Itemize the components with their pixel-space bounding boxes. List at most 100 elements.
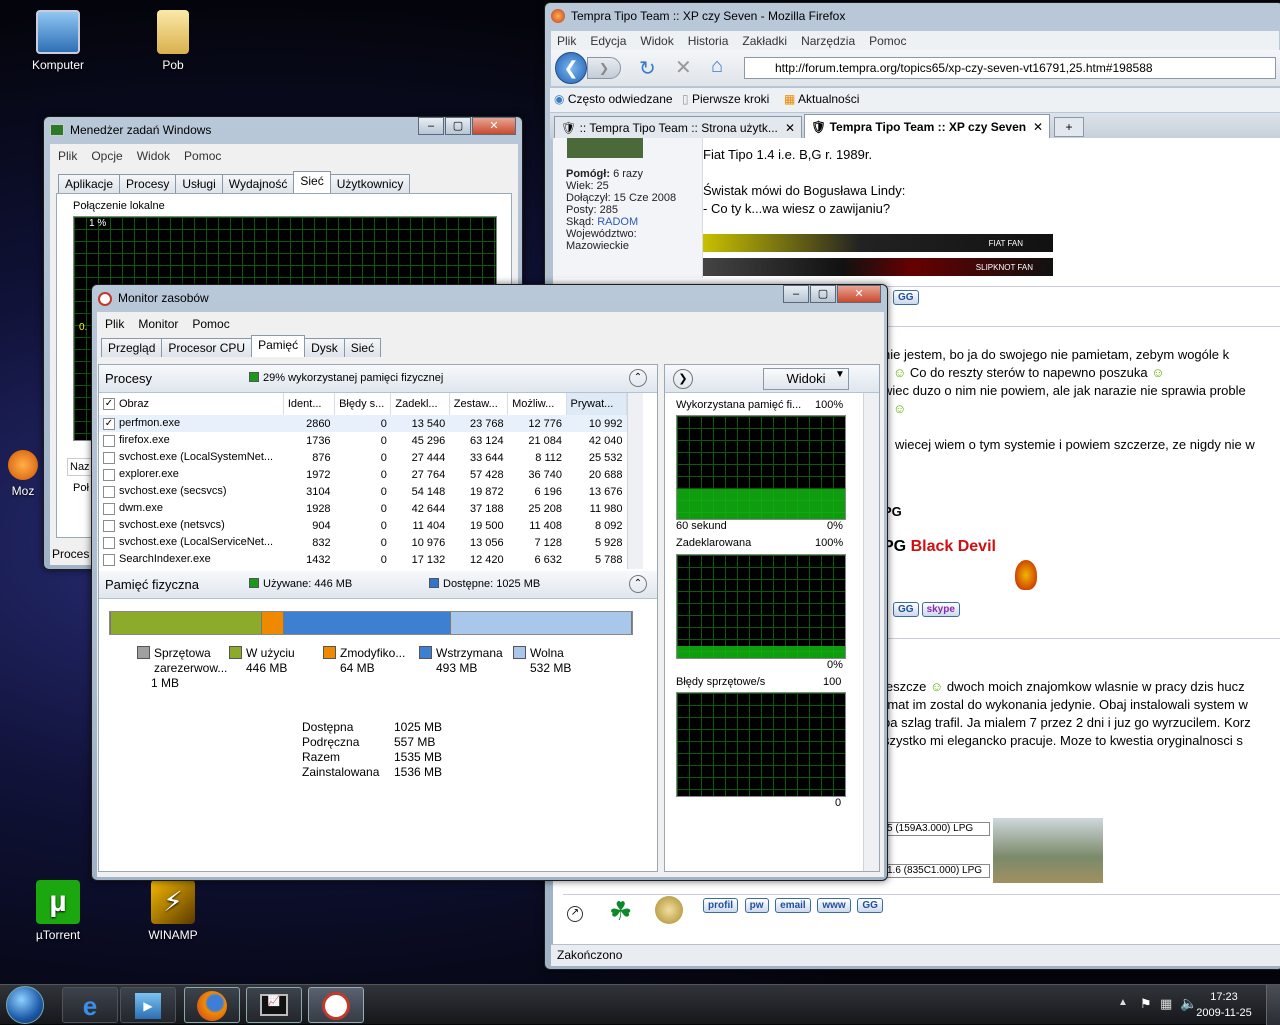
tab-disk[interactable]: Dysk: [304, 338, 345, 357]
menu-item[interactable]: Pomoc: [869, 34, 906, 48]
show-desktop-button[interactable]: [1266, 985, 1280, 1025]
ie-taskbar-button[interactable]: e: [62, 987, 118, 1023]
browser-tab-active[interactable]: 🛡 Tempra Tipo Team :: XP czy Seven ✕: [804, 114, 1050, 139]
table-row[interactable]: svchost.exe (LocalSystemNet... 876 0 27 444…: [99, 449, 627, 466]
new-tab-button[interactable]: +: [1054, 117, 1084, 137]
collapse-icon[interactable]: ⌃: [629, 369, 647, 387]
tab-overview[interactable]: Przegląd: [101, 338, 163, 357]
process-checkbox[interactable]: [103, 468, 115, 481]
tab-users[interactable]: Użytkownicy: [329, 174, 411, 193]
forward-button[interactable]: ❯: [587, 57, 621, 79]
profile-location-link[interactable]: RADOM: [597, 216, 638, 228]
table-row[interactable]: dwm.exe 1928 0 42 644 37 188 25 208 11 980: [99, 500, 627, 517]
table-row[interactable]: svchost.exe (LocalServiceNet... 832 0 10 97…: [99, 534, 627, 551]
expand-icon[interactable]: ❯: [673, 369, 693, 389]
resmon-taskbar-button[interactable]: [308, 987, 364, 1023]
menu-item[interactable]: Widok: [137, 149, 170, 163]
column-header-shareable[interactable]: Możliw...: [507, 393, 567, 415]
skype-button[interactable]: skype: [921, 602, 960, 617]
gg-button[interactable]: GG: [893, 602, 919, 617]
firefox-taskbar-button[interactable]: [184, 987, 240, 1023]
clock[interactable]: 17:23 2009-11-25: [1196, 989, 1252, 1021]
arrow-icon[interactable]: ↗: [567, 906, 583, 922]
menu-item[interactable]: Monitor: [138, 317, 178, 331]
select-all-checkbox[interactable]: ✓: [103, 398, 115, 411]
tab-applications[interactable]: Aplikacje: [58, 174, 121, 193]
column-header-commit[interactable]: Zadekl...: [390, 393, 450, 415]
table-row[interactable]: svchost.exe (netsvcs) 904 0 11 404 19 500 11 …: [99, 517, 627, 534]
chevron-down-icon[interactable]: ▼: [835, 369, 845, 380]
process-checkbox[interactable]: [103, 519, 115, 532]
column-header-private[interactable]: Prywat...: [566, 393, 627, 415]
gg-button[interactable]: GG: [893, 288, 922, 305]
minimize-button[interactable]: –: [418, 117, 444, 135]
physical-memory-header[interactable]: Pamięć fizyczna Używane: 446 MB Dostępne…: [99, 571, 657, 599]
tab-network[interactable]: Sieć: [343, 338, 382, 357]
menu-item[interactable]: Edycja: [590, 34, 626, 48]
column-header-image[interactable]: ✓ Obraz: [99, 393, 284, 415]
process-checkbox[interactable]: [103, 451, 115, 464]
collapse-icon[interactable]: ⌃: [629, 575, 647, 593]
menu-item[interactable]: Plik: [105, 317, 124, 331]
bookmark-item[interactable]: ◉ Często odwiedzane: [554, 92, 673, 106]
menu-item[interactable]: Zakładki: [742, 34, 787, 48]
close-tab-icon[interactable]: ✕: [785, 121, 795, 135]
table-row[interactable]: SearchIndexer.exe 1432 0 17 132 12 420 6 632 5…: [99, 551, 627, 568]
www-button[interactable]: www: [817, 898, 851, 913]
menu-item[interactable]: Pomoc: [184, 149, 221, 163]
adapter-row[interactable]: Poł: [73, 482, 89, 494]
tab-processes[interactable]: Procesy: [119, 174, 177, 193]
table-row[interactable]: firefox.exe 1736 0 45 296 63 124 21 084 42 040: [99, 432, 627, 449]
table-row[interactable]: svchost.exe (secsvcs) 3104 0 54 148 19 872 6 …: [99, 483, 627, 500]
column-header-workingset[interactable]: Zestaw...: [449, 393, 509, 415]
menu-item[interactable]: Historia: [688, 34, 729, 48]
close-button[interactable]: ✕: [472, 117, 516, 135]
desktop-icon-utorrent[interactable]: µ µTorrent: [13, 880, 103, 942]
profile-button[interactable]: profil: [703, 898, 738, 913]
column-header-pid[interactable]: Ident...: [283, 393, 336, 415]
close-button[interactable]: ✕: [837, 285, 881, 303]
menu-item[interactable]: Plik: [557, 34, 576, 48]
browser-tab[interactable]: 🛡 :: Tempra Tipo Team :: Strona użytk...…: [554, 116, 802, 139]
vertical-scrollbar[interactable]: [863, 393, 879, 871]
menu-item[interactable]: Plik: [58, 149, 77, 163]
maximize-button[interactable]: ▢: [810, 285, 836, 303]
desktop-icon-winamp[interactable]: ⚡ WINAMP: [128, 880, 218, 942]
table-row[interactable]: explorer.exe 1972 0 27 764 57 428 36 740 20 68…: [99, 466, 627, 483]
action-center-icon[interactable]: ⚑: [1140, 996, 1152, 1012]
table-row[interactable]: svchost.exe (LocalServiceNo...1376010 00…: [99, 568, 627, 569]
processes-header[interactable]: Procesy 29% wykorzystanej pamięci fizycz…: [99, 365, 657, 393]
url-input[interactable]: http://forum.tempra.org/topics65/xp-czy-…: [744, 57, 1276, 79]
gg-button[interactable]: GG: [857, 898, 883, 913]
back-button[interactable]: ❮: [555, 52, 587, 84]
process-checkbox[interactable]: ✓: [103, 417, 115, 430]
start-button[interactable]: [6, 986, 44, 1024]
home-icon[interactable]: ⌂: [711, 55, 723, 78]
stop-icon[interactable]: ✕: [675, 55, 692, 80]
menu-item[interactable]: Pomoc: [192, 317, 229, 331]
network-icon[interactable]: ▦: [1160, 996, 1172, 1012]
process-checkbox[interactable]: [103, 536, 115, 549]
column-header-faults[interactable]: Błędy s...: [334, 393, 392, 415]
desktop-icon-mozilla[interactable]: Moz: [0, 450, 46, 498]
close-tab-icon[interactable]: ✕: [1033, 120, 1043, 134]
desktop-icon-pob[interactable]: Pob: [128, 10, 218, 72]
bookmark-item[interactable]: ▯ Pierwsze kroki: [682, 92, 769, 106]
menu-item[interactable]: Narzędzia: [801, 34, 855, 48]
maximize-button[interactable]: ▢: [445, 117, 471, 135]
vertical-scrollbar[interactable]: [627, 393, 643, 569]
tab-performance[interactable]: Wydajność: [221, 174, 295, 193]
table-row[interactable]: ✓ perfmon.exe 2860 0 13 540 23 768 12 776 10 99…: [99, 415, 627, 432]
tab-network[interactable]: Sieć: [293, 171, 331, 193]
reload-icon[interactable]: ↻: [639, 56, 656, 81]
pm-button[interactable]: pw: [744, 898, 769, 913]
process-checkbox[interactable]: [103, 485, 115, 498]
taskmgr-taskbar-button[interactable]: 📈: [246, 987, 302, 1023]
desktop-icon-computer[interactable]: Komputer: [13, 10, 103, 72]
tab-memory[interactable]: Pamięć: [251, 335, 306, 357]
email-button[interactable]: email: [775, 898, 811, 913]
volume-icon[interactable]: 🔈: [1180, 995, 1197, 1012]
menu-item[interactable]: Widok: [640, 34, 673, 48]
bookmark-item[interactable]: ▦ Aktualności: [784, 92, 859, 106]
show-hidden-icons[interactable]: ▲: [1118, 997, 1128, 1008]
